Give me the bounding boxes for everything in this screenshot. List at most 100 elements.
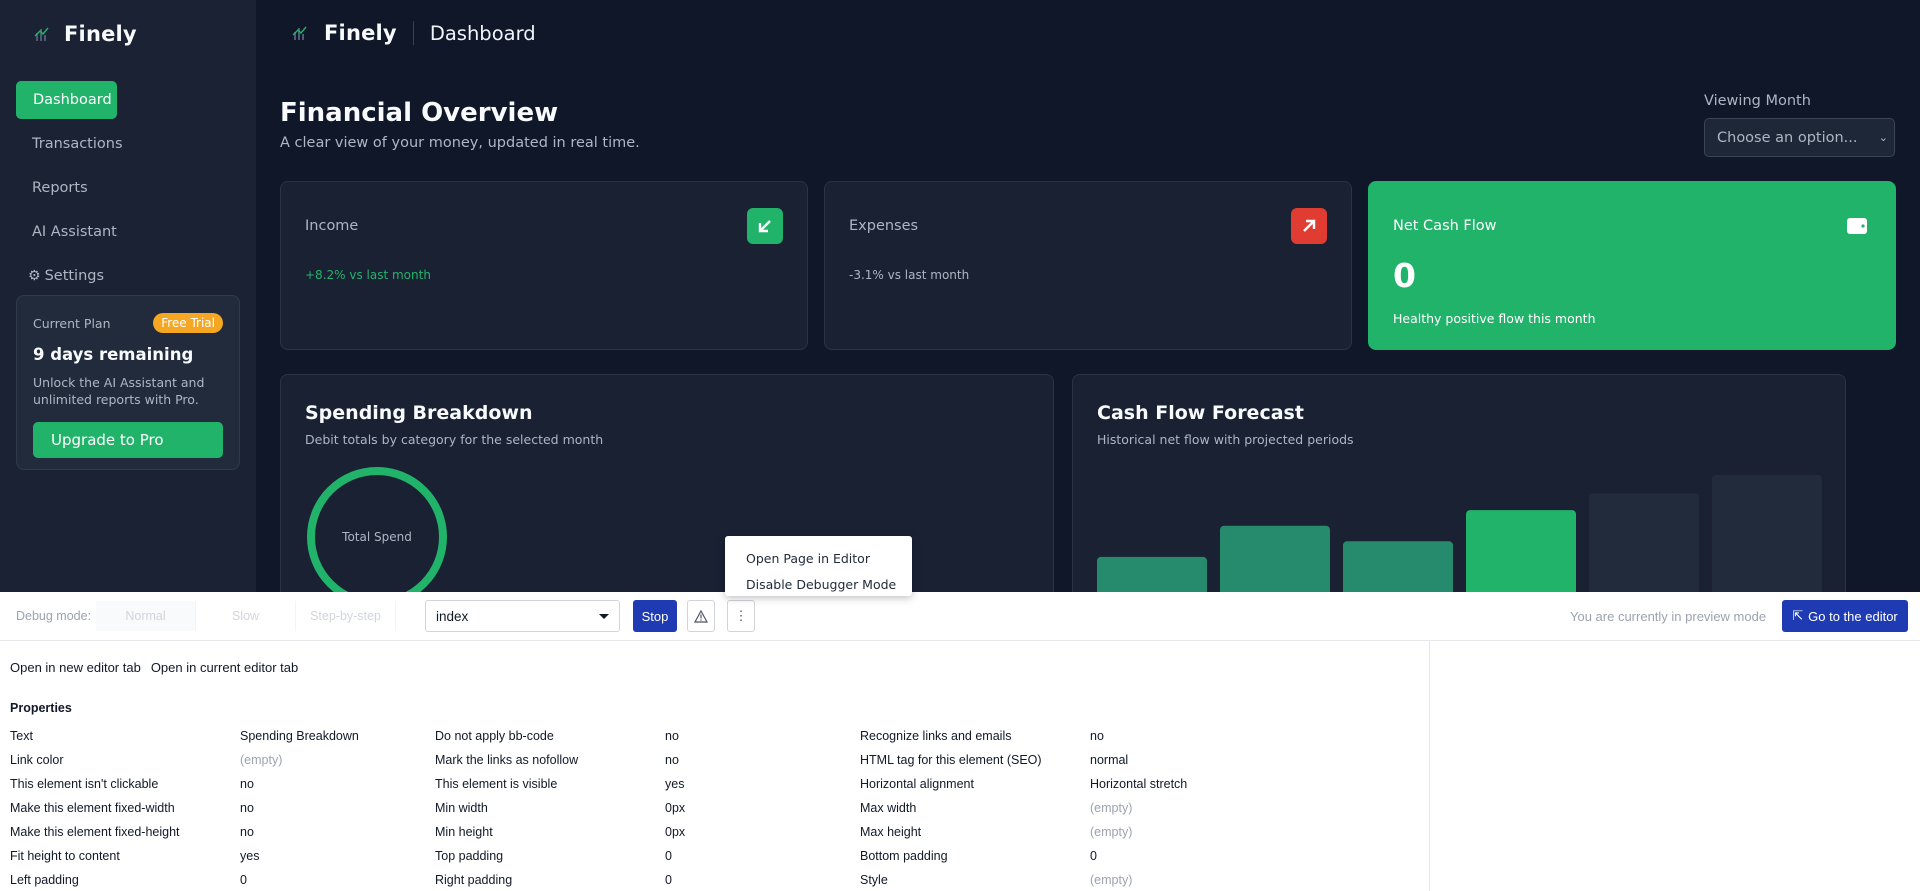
expenses-delta: -3.1% vs last month [849, 268, 970, 282]
plan-label: Current Plan [33, 315, 111, 331]
sidebar-item-label: AI Assistant [32, 224, 117, 240]
chevron-down-icon: ⌄ [1878, 131, 1888, 144]
spending-breakdown-panel: Spending Breakdown Debit totals by categ… [280, 374, 1054, 604]
warning-icon [694, 609, 708, 623]
property-value: (empty) [1090, 825, 1133, 839]
sidebar-item-settings[interactable]: ⚙ Settings [16, 257, 240, 295]
property-label: Make this element fixed-width [10, 801, 175, 815]
property-value: normal [1090, 753, 1129, 767]
income-label: Income [305, 218, 359, 234]
debug-mode-slow[interactable]: Slow [196, 601, 296, 631]
arrow-up-right-icon [1291, 208, 1327, 244]
stop-button[interactable]: Stop [633, 600, 677, 632]
expenses-label: Expenses [849, 218, 919, 234]
wallet-icon [1839, 208, 1875, 244]
spending-breakdown-title: Spending Breakdown [305, 402, 533, 424]
donut-center-label: Total Spend [341, 530, 412, 544]
property-label: Recognize links and emails [860, 729, 1012, 743]
debug-mode-normal[interactable]: Normal [96, 601, 196, 631]
property-label: Mark the links as nofollow [435, 753, 579, 767]
property-value: 0px [665, 825, 686, 839]
sidebar-item-transactions[interactable]: Transactions [16, 125, 240, 163]
warning-button[interactable] [687, 600, 715, 632]
property-label: Fit height to content [10, 849, 120, 863]
property-label: Min width [435, 801, 488, 815]
sidebar-item-reports[interactable]: Reports [16, 169, 240, 207]
cash-flow-forecast-title: Cash Flow Forecast [1097, 402, 1304, 424]
property-label: Top padding [435, 849, 504, 863]
property-value: (empty) [1090, 873, 1133, 887]
debug-body: Open in new editor tab Open in current e… [0, 641, 1430, 891]
property-label: This element is visible [435, 777, 558, 791]
topbar: Finely Dashboard [256, 0, 1920, 66]
page-title: Dashboard [429, 21, 536, 45]
page-select-value: index [436, 608, 469, 624]
net-cash-flow-card: Net Cash Flow 0 Healthy positive flow th… [1368, 181, 1896, 350]
upgrade-button[interactable]: Upgrade to Pro [33, 422, 223, 458]
property-value: yes [240, 849, 260, 863]
property-label: Bottom padding [860, 849, 948, 863]
property-value: no [1090, 729, 1104, 743]
property-label: This element isn't clickable [10, 777, 159, 791]
cursor-click-icon: ⇱ [1792, 608, 1804, 623]
income-delta: +8.2% vs last month [305, 268, 431, 282]
preview-mode-note: You are currently in preview mode [1570, 609, 1767, 624]
go-to-editor-button[interactable]: ⇱ Go to the editor [1782, 600, 1908, 632]
debug-mode-step[interactable]: Step-by-step [296, 601, 396, 631]
property-value: no [665, 729, 679, 743]
sidebar-item-label: Transactions [32, 136, 123, 152]
net-cash-flow-subtext: Healthy positive flow this month [1393, 311, 1596, 326]
spending-donut: Total Spend [307, 467, 447, 603]
divider [412, 21, 414, 45]
net-cash-flow-label: Net Cash Flow [1393, 218, 1497, 234]
gear-icon: ⚙ [28, 268, 41, 284]
property-label: Do not apply bb-code [435, 729, 554, 743]
sidebar-item-dashboard[interactable]: Dashboard [16, 81, 117, 119]
property-label: Style [860, 873, 888, 887]
open-page-in-editor-item[interactable]: Open Page in Editor [725, 545, 912, 571]
caret-down-icon [599, 614, 609, 619]
spending-breakdown-subtitle: Debit totals by category for the selecte… [305, 432, 604, 447]
sidebar-nav: Dashboard Transactions Reports AI Assist… [16, 81, 240, 301]
property-value: 0 [240, 873, 247, 887]
property-value: 0px [665, 801, 686, 815]
properties-grid: Text Spending Breakdown Do not apply bb-co… [10, 724, 1285, 891]
property-value: no [240, 801, 254, 815]
topbar-brand[interactable]: Finely [324, 21, 397, 45]
more-options-button[interactable]: ⋮ [727, 600, 755, 632]
property-value: 0 [665, 849, 672, 863]
property-label: Right padding [435, 873, 513, 887]
properties-title: Properties [10, 701, 72, 715]
disable-debugger-mode-item[interactable]: Disable Debugger Mode [725, 571, 912, 597]
property-value: (empty) [1090, 801, 1133, 815]
context-menu: Open Page in Editor Disable Debugger Mod… [725, 536, 912, 596]
forecast-bar-current [1466, 510, 1576, 603]
brand-name: Finely [64, 22, 137, 46]
net-cash-flow-value: 0 [1393, 256, 1416, 295]
page-select[interactable]: index [425, 600, 620, 632]
trial-badge: Free Trial [153, 313, 223, 333]
overview-subtitle: A clear view of your money, updated in r… [280, 135, 640, 151]
plan-days-remaining: 9 days remaining [33, 345, 194, 364]
property-value: no [240, 777, 254, 791]
property-label: Link color [10, 753, 64, 767]
property-value: Spending Breakdown [240, 729, 359, 743]
debug-toolbar: Debug mode: Normal Slow Step-by-step ind… [0, 592, 1920, 641]
property-value: Horizontal stretch [1090, 777, 1188, 791]
sidebar-item-label: Settings [44, 268, 105, 284]
property-value: 0 [1090, 849, 1097, 863]
open-new-editor-tab-link[interactable]: Open in new editor tab [10, 660, 141, 675]
sidebar-item-ai-assistant[interactable]: AI Assistant [16, 213, 240, 251]
property-label: Max height [860, 825, 922, 839]
forecast-chart [1097, 475, 1822, 603]
logo-icon [34, 27, 49, 41]
property-label: Min height [435, 825, 493, 839]
open-current-editor-tab-link[interactable]: Open in current editor tab [151, 660, 298, 675]
property-value: 0 [665, 873, 672, 887]
month-select-value: Choose an option... [1717, 129, 1858, 146]
debug-mode-group: Normal Slow Step-by-step [96, 601, 396, 631]
month-select[interactable]: Choose an option... ⌄ [1704, 118, 1895, 157]
plan-description: Unlock the AI Assistant and unlimited re… [33, 375, 205, 407]
forecast-bar-projected [1589, 493, 1699, 603]
sidebar-brand[interactable]: Finely [32, 22, 137, 46]
